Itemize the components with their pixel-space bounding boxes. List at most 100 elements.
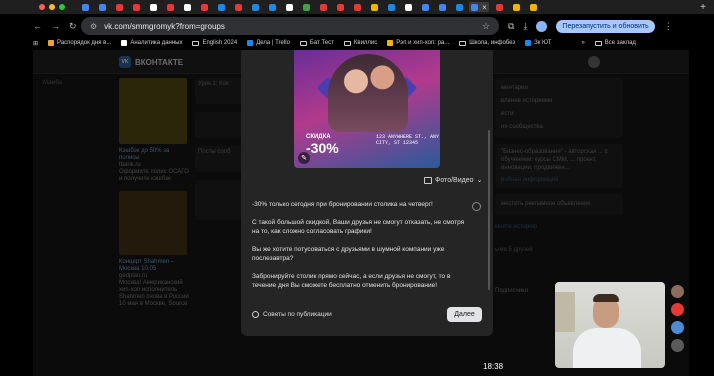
photo-video-label: Фото/Видео [435, 176, 474, 184]
webcam-overlay [555, 282, 665, 368]
browser-tab[interactable] [163, 2, 177, 12]
browser-tab[interactable] [316, 2, 330, 12]
bookmark-label: Бат Тест [309, 40, 334, 46]
maximize-window-button[interactable] [59, 4, 65, 10]
bookmark-item[interactable]: Квиллис [343, 40, 377, 46]
browser-tab[interactable] [367, 2, 381, 12]
browser-tab[interactable] [146, 2, 160, 12]
notification-avatars [668, 285, 686, 352]
tab-favicon-icon [336, 3, 344, 11]
browser-tab[interactable] [492, 2, 506, 12]
bookmarks-bar: ⊞ Распорядок дня в... Аналитика данных Eng… [33, 36, 689, 50]
address-bar[interactable]: ⚙ vk.com/smmgromyk?from=groups ☆ [81, 17, 499, 35]
emoji-icon[interactable] [472, 202, 481, 211]
browser-tab[interactable] [112, 2, 126, 12]
close-window-button[interactable] [39, 4, 45, 10]
photo-discount: -30% [306, 140, 339, 156]
browser-tab[interactable] [231, 2, 245, 12]
tab-favicon-icon [404, 3, 412, 11]
bookmark-item[interactable]: Зк ЮТ [525, 40, 551, 46]
new-tab-button[interactable]: + [700, 2, 706, 13]
browser-tab[interactable] [401, 2, 415, 12]
tab-favicon-icon [353, 3, 361, 11]
bookmark-item[interactable]: Аналитика данных [121, 40, 182, 46]
forward-icon[interactable]: → [51, 21, 60, 32]
browser-tab[interactable] [509, 2, 523, 12]
bookmark-favicon-icon [121, 40, 128, 46]
browser-tab[interactable] [282, 2, 296, 12]
tab-favicon-icon [166, 3, 174, 11]
browser-tab[interactable] [350, 2, 364, 12]
bookmark-item[interactable]: Школа, инфобез [459, 40, 515, 46]
photo-people [328, 54, 408, 132]
download-icon[interactable]: ⤓ [523, 21, 527, 32]
bookmark-label: Дела | Trello [256, 40, 290, 46]
bookmark-item[interactable]: Дела | Trello [247, 40, 290, 46]
site-info-icon[interactable]: ⚙ [90, 22, 97, 31]
browser-tab[interactable] [78, 2, 92, 12]
browser-tab[interactable] [95, 2, 109, 12]
bookmark-item[interactable]: English 2024 [192, 40, 237, 46]
scrollbar[interactable] [488, 130, 490, 290]
bookmark-item[interactable]: Рэп и хип-хоп: ра... [387, 40, 449, 46]
tabs-list: × [78, 2, 694, 12]
tab-favicon-icon [421, 3, 429, 11]
tab-favicon-icon [234, 3, 242, 11]
next-button[interactable]: Далее [447, 307, 482, 322]
clock-time: 18:38 [483, 362, 504, 371]
notification-avatar[interactable] [670, 285, 684, 298]
back-icon[interactable]: ← [33, 21, 42, 32]
bookmark-label: Аналитика данных [130, 40, 183, 46]
post-paragraph: -30% только сегодня при бронировании сто… [252, 201, 433, 208]
photo-video-button[interactable]: Фото/Видео ⌄ [424, 176, 482, 184]
notification-avatar[interactable] [670, 321, 684, 334]
tab-favicon-icon [512, 3, 520, 11]
browser-tab[interactable] [418, 2, 432, 12]
bookmark-label: English 2024 [202, 40, 238, 46]
notification-avatar[interactable] [670, 303, 684, 316]
bookmarks-overflow-icon[interactable]: » [581, 40, 584, 46]
all-bookmarks-folder[interactable]: Все заклад [594, 40, 636, 46]
browser-tab[interactable] [452, 2, 466, 12]
bookmark-item[interactable]: Бат Тест [299, 40, 334, 46]
reload-icon[interactable]: ↻ [69, 21, 77, 32]
browser-tab[interactable] [214, 2, 228, 12]
relaunch-button[interactable]: Перезапустить и обновить [556, 19, 655, 33]
minimize-window-button[interactable] [49, 4, 55, 10]
url-text[interactable]: vk.com/smmgromyk?from=groups [104, 22, 482, 31]
post-text-editor[interactable]: -30% только сегодня при бронировании сто… [252, 200, 470, 299]
browser-tab[interactable] [435, 2, 449, 12]
bookmark-favicon-icon [247, 40, 254, 46]
tab-favicon-icon [200, 3, 208, 11]
bookmark-item[interactable]: Распорядок дня в... [48, 40, 111, 46]
tips-label: Советы по публикации [263, 311, 332, 318]
browser-tab[interactable]: × [469, 2, 489, 12]
edit-photo-icon[interactable]: ✎ [298, 152, 310, 164]
browser-tab[interactable] [180, 2, 194, 12]
tab-strip: × + [0, 0, 714, 14]
publication-tips[interactable]: Советы по публикации [252, 311, 332, 318]
notification-avatar[interactable] [670, 339, 684, 352]
background-shelf [555, 292, 575, 332]
bookmark-favicon-icon [525, 40, 532, 46]
close-tab-icon[interactable]: × [482, 3, 487, 12]
tab-favicon-icon [251, 3, 259, 11]
post-photo[interactable]: СКИДКА -30% 123 ANYWHERE ST., ANY CITY, … [294, 50, 440, 168]
extensions-icon[interactable]: ⧉ [508, 21, 514, 32]
browser-tab[interactable] [299, 2, 313, 12]
bookmark-favicon-icon [387, 40, 394, 46]
menu-icon[interactable]: ⋮ [664, 21, 673, 32]
browser-tab[interactable] [129, 2, 143, 12]
bookmark-star-icon[interactable]: ☆ [482, 21, 490, 32]
browser-tab[interactable] [333, 2, 347, 12]
tab-favicon-icon [387, 3, 395, 11]
profile-avatar[interactable] [536, 20, 548, 32]
bookmark-label: Распорядок дня в... [57, 40, 112, 46]
browser-tab[interactable] [197, 2, 211, 12]
browser-tab[interactable] [248, 2, 262, 12]
browser-tab[interactable] [526, 2, 540, 12]
apps-grid-icon[interactable]: ⊞ [33, 40, 38, 47]
post-paragraph: С такой большой скидкой, Ваши друзья не … [252, 219, 465, 235]
browser-tab[interactable] [384, 2, 398, 12]
browser-tab[interactable] [265, 2, 279, 12]
